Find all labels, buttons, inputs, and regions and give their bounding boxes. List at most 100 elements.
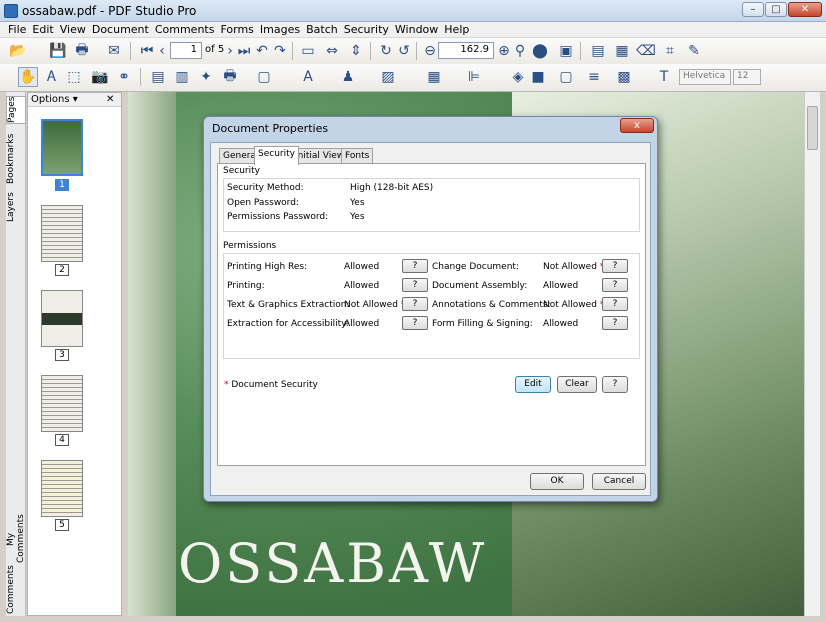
rectangle-tool-icon[interactable]: ▢	[254, 67, 274, 87]
prev-page-icon[interactable]: ‹	[152, 41, 172, 61]
menu-forms[interactable]: Forms	[217, 22, 256, 38]
stamp-icon[interactable]: ⬤	[530, 41, 550, 61]
menu-file[interactable]: File	[5, 22, 29, 38]
zoom-input[interactable]: 162.9	[438, 42, 494, 59]
tab-initial-view[interactable]: Initial View	[291, 148, 349, 164]
document-properties-icon[interactable]: ▤	[588, 41, 608, 61]
menu-window[interactable]: Window	[392, 22, 441, 38]
font-size-select[interactable]: 12	[733, 69, 761, 85]
email-icon[interactable]: ✉	[104, 41, 124, 61]
zoom-tool-icon[interactable]: ⚲	[510, 41, 530, 61]
close-panel-icon[interactable]: ✕	[106, 93, 114, 107]
erase-icon[interactable]: ⌫	[636, 41, 656, 61]
close-window-button[interactable]: ✕	[788, 2, 822, 17]
fill-color-icon[interactable]: ◈	[508, 67, 528, 87]
printer-tool-icon[interactable]: 🖶	[220, 67, 240, 87]
highlight-text-icon[interactable]: A	[298, 67, 318, 87]
page-thumbnail[interactable]	[41, 460, 83, 517]
maximize-button[interactable]: □	[765, 2, 787, 17]
align-icon[interactable]: ⊫	[464, 67, 484, 87]
find-binoculars-icon[interactable]: ⚭	[114, 67, 134, 87]
page-thumbnail[interactable]	[41, 375, 83, 432]
permission-help-button[interactable]: ?	[602, 316, 628, 330]
scroll-thumb[interactable]	[807, 106, 818, 150]
zoom-out-icon[interactable]: ⊖	[420, 41, 440, 61]
ok-button[interactable]: OK	[530, 473, 584, 490]
border-color-icon[interactable]: ▢	[556, 67, 576, 87]
security-method-value: High (128-bit AES)	[350, 183, 434, 193]
dialog-close-button[interactable]: x	[620, 118, 654, 133]
permission-help-button[interactable]: ?	[402, 259, 428, 273]
menu-security[interactable]: Security	[341, 22, 392, 38]
menu-edit[interactable]: Edit	[29, 22, 56, 38]
cancel-button[interactable]: Cancel	[592, 473, 646, 490]
permission-help-button[interactable]: ?	[402, 278, 428, 292]
permission-help-button[interactable]: ?	[402, 316, 428, 330]
last-page-icon[interactable]: ⏭	[234, 41, 254, 61]
clear-security-button[interactable]: Clear	[557, 376, 597, 393]
snapshot-icon[interactable]: 📷	[90, 67, 110, 87]
table-icon[interactable]: ▦	[612, 41, 632, 61]
color-swatch-icon[interactable]: ■	[528, 67, 548, 87]
permission-label: Extraction for Accessibility:	[227, 319, 349, 329]
save-icon[interactable]: 💾	[48, 41, 68, 61]
note-icon[interactable]: ▤	[148, 67, 168, 87]
signature-stamp-icon[interactable]: ♟	[338, 67, 358, 87]
rotate-clockwise-icon[interactable]: ↻	[376, 41, 396, 61]
text-select-icon[interactable]: Ꭺ	[42, 67, 62, 87]
page-thumbnail[interactable]	[41, 290, 83, 347]
page-thumbnail[interactable]	[41, 119, 83, 176]
security-help-button[interactable]: ?	[602, 376, 628, 393]
redact-icon[interactable]: ▣	[556, 41, 576, 61]
grid-icon[interactable]: ▦	[424, 67, 444, 87]
actual-size-icon[interactable]: ▭	[298, 41, 318, 61]
rotate-counterclockwise-icon[interactable]: ↺	[394, 41, 414, 61]
menu-images[interactable]: Images	[257, 22, 303, 38]
menu-help[interactable]: Help	[441, 22, 472, 38]
tab-pages[interactable]: Pages	[6, 96, 26, 124]
options-label[interactable]: Options	[31, 94, 70, 105]
page-thumbnail[interactable]	[41, 205, 83, 262]
text-box-icon[interactable]: ▥	[172, 67, 192, 87]
tab-security[interactable]: Security	[254, 146, 299, 165]
menu-batch[interactable]: Batch	[303, 22, 341, 38]
hand-tool-icon[interactable]: ✋	[18, 67, 38, 87]
permission-help-button[interactable]: ?	[602, 259, 628, 273]
fit-width-icon[interactable]: ⇔	[322, 41, 342, 61]
line-style-icon[interactable]: ≡	[584, 67, 604, 87]
image-tool-icon[interactable]: ▨	[378, 67, 398, 87]
toolbar-separator	[292, 42, 293, 60]
toolbar-separator	[416, 42, 417, 60]
sticky-note-icon[interactable]: ✦	[196, 67, 216, 87]
font-family-select[interactable]: Helvetica	[679, 69, 731, 85]
minimize-button[interactable]: –	[742, 2, 764, 17]
back-view-icon[interactable]: ↶	[252, 41, 272, 61]
print-icon[interactable]: 🖶	[72, 41, 92, 61]
font-tool-icon[interactable]: T	[654, 67, 674, 87]
permission-help-button[interactable]: ?	[602, 297, 628, 311]
forward-view-icon[interactable]: ↷	[270, 41, 290, 61]
open-folder-icon[interactable]: 📂	[8, 41, 28, 61]
edit-pencil-icon[interactable]: ✎	[684, 41, 704, 61]
vertical-scrollbar[interactable]	[804, 92, 820, 616]
menu-comments[interactable]: Comments	[152, 22, 218, 38]
fit-page-icon[interactable]: ⇕	[346, 41, 366, 61]
tab-fonts[interactable]: Fonts	[341, 148, 374, 164]
edit-security-button[interactable]: Edit	[515, 376, 551, 393]
crop-icon[interactable]: ⌗	[660, 41, 680, 61]
permission-help-button[interactable]: ?	[402, 297, 428, 311]
tab-my-comments[interactable]: My Comments	[6, 510, 26, 568]
tab-comments[interactable]: Comments	[6, 565, 26, 614]
permission-help-button[interactable]: ?	[602, 278, 628, 292]
tab-bookmarks[interactable]: Bookmarks	[6, 132, 26, 186]
toolbar-tools: ✋ Ꭺ ⬚ 📷 ⚭ ▤ ▥ ✦ 🖶 ▢ A ♟ ▨ ▦ ⊫ ◈ ■ ▢ ≡ ▩ …	[0, 64, 826, 92]
tab-layers[interactable]: Layers	[6, 192, 26, 222]
page-number-input[interactable]: 1	[170, 42, 202, 59]
menu-document[interactable]: Document	[89, 22, 152, 38]
area-select-icon[interactable]: ⬚	[64, 67, 84, 87]
opacity-icon[interactable]: ▩	[614, 67, 634, 87]
security-tab-pane: Security Security Method: High (128-bit …	[217, 163, 646, 466]
cover-title: OSSABAW	[178, 532, 488, 595]
toolbar-main: 📂 💾 🖶 ✉ ⏮ ‹ 1 of 5 › ⏭ ↶ ↷ ▭ ⇔ ⇕ ↻ ↺ ⊖ 1…	[0, 38, 826, 64]
menu-view[interactable]: View	[57, 22, 89, 38]
